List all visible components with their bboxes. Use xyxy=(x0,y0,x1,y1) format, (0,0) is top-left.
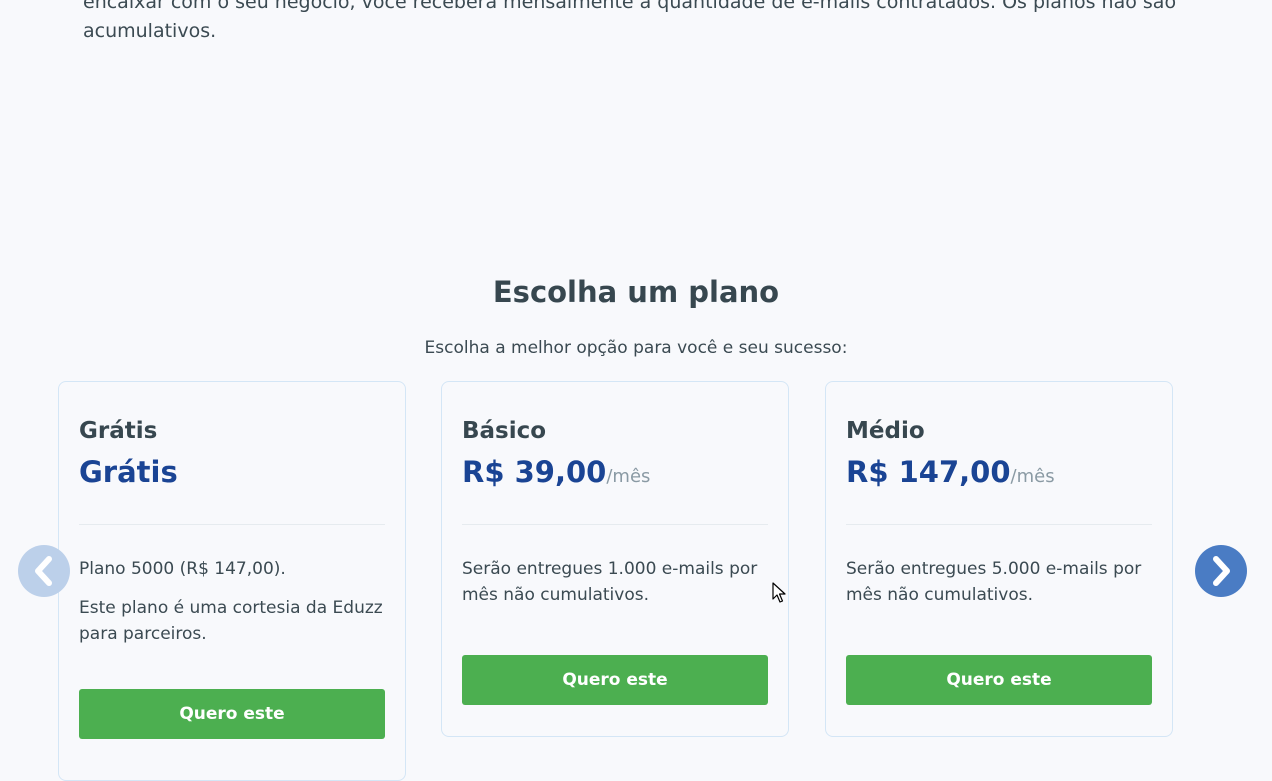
mouse-cursor-icon xyxy=(772,582,786,603)
plan-card-medio: Médio R$ 147,00/mês Serão entregues 5.00… xyxy=(825,381,1173,737)
plan-description: Plano 5000 (R$ 147,00). Este plano é uma… xyxy=(79,556,387,660)
section-title: Escolha um plano xyxy=(492,275,780,309)
chevron-right-icon xyxy=(1213,556,1230,586)
divider xyxy=(846,524,1152,525)
section-subtitle: Escolha a melhor opção para você e seu s… xyxy=(424,338,848,358)
plan-description-line: Serão entregues 1.000 e-mails por mês nã… xyxy=(462,559,758,605)
choose-plan-button[interactable]: Quero este xyxy=(846,655,1152,705)
plan-description: Serão entregues 5.000 e-mails por mês nã… xyxy=(846,556,1154,621)
plan-description-line: Este plano é uma cortesia da Eduzz para … xyxy=(79,598,383,644)
plan-price: R$ 39,00/mês xyxy=(462,454,650,495)
choose-plan-button[interactable]: Quero este xyxy=(462,655,768,705)
divider xyxy=(462,524,768,525)
plan-price: R$ 147,00/mês xyxy=(846,454,1055,495)
plan-card-basico: Básico R$ 39,00/mês Serão entregues 1.00… xyxy=(441,381,789,737)
price-amount: Grátis xyxy=(79,455,178,489)
plan-description-line: Serão entregues 5.000 e-mails por mês nã… xyxy=(846,559,1142,605)
plan-name: Grátis xyxy=(79,418,158,444)
intro-paragraph: encaixar com o seu negócio, você receber… xyxy=(83,0,1177,42)
plan-name: Médio xyxy=(846,418,925,444)
choose-plan-button[interactable]: Quero este xyxy=(79,689,385,739)
plan-description-line: Plano 5000 (R$ 147,00). xyxy=(79,559,286,579)
price-amount: R$ 147,00 xyxy=(846,455,1011,489)
price-amount: R$ 39,00 xyxy=(462,455,607,489)
price-period: /mês xyxy=(1010,466,1055,487)
plan-name: Básico xyxy=(462,418,547,444)
carousel-next-button[interactable] xyxy=(1195,545,1247,597)
plan-description: Serão entregues 1.000 e-mails por mês nã… xyxy=(462,556,770,621)
plan-card-gratis: Grátis Grátis Plano 5000 (R$ 147,00). Es… xyxy=(58,381,406,781)
plan-price: Grátis xyxy=(79,454,178,495)
price-period: /mês xyxy=(606,466,651,487)
carousel-prev-button[interactable] xyxy=(18,545,70,597)
chevron-left-icon xyxy=(35,556,52,586)
divider xyxy=(79,524,385,525)
